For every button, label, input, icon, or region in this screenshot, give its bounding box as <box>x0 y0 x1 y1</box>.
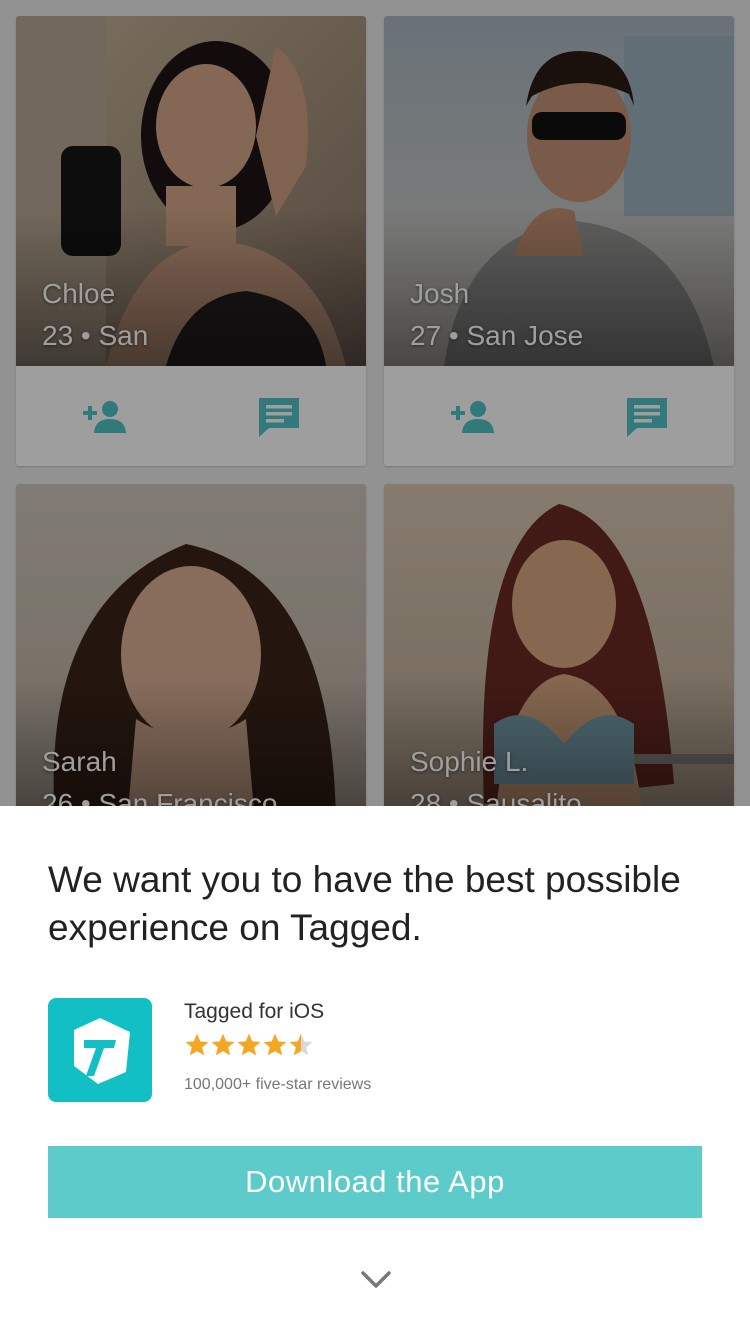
message-button[interactable] <box>252 394 306 440</box>
add-friend-button[interactable] <box>78 394 132 440</box>
profile-meta: 23 • San <box>42 320 149 351</box>
message-button[interactable] <box>620 394 674 440</box>
profile-meta: 28 • Sausalito <box>410 788 582 806</box>
star-icon <box>237 1033 261 1056</box>
profile-card-chloe[interactable]: Chloe 23 • San <box>16 16 366 466</box>
profile-photo[interactable] <box>384 16 734 366</box>
profile-name: Chloe <box>42 278 116 309</box>
add-friend-icon <box>451 401 494 433</box>
profile-actions <box>384 366 734 466</box>
review-count: 100,000+ five-star reviews <box>184 1076 372 1093</box>
app-promo-sheet: We want you to have the best possible ex… <box>0 806 750 1334</box>
add-friend-icon <box>83 401 126 433</box>
star-icon <box>185 1033 209 1056</box>
rating-stars <box>184 1032 314 1060</box>
profile-name: Josh <box>410 278 470 309</box>
download-app-button[interactable]: Download the App <box>48 1146 702 1218</box>
profile-card-josh[interactable]: Josh 27 • San Jose <box>384 16 734 466</box>
profile-card-sarah[interactable]: Sarah 26 • San Francisco <box>16 484 366 806</box>
profile-photo[interactable] <box>16 16 366 366</box>
chevron-down-icon[interactable] <box>360 1268 392 1292</box>
promo-headline: We want you to have the best possible ex… <box>48 859 681 948</box>
message-icon <box>259 398 299 437</box>
half-star-icon <box>289 1033 313 1056</box>
add-friend-button[interactable] <box>446 394 500 440</box>
profile-meta: 26 • San Francisco <box>42 788 278 806</box>
star-icon <box>263 1033 287 1056</box>
star-icon <box>211 1033 235 1056</box>
message-icon <box>627 398 667 437</box>
profile-actions <box>16 366 366 466</box>
tagged-logo-icon <box>48 998 152 1102</box>
profile-meta: 27 • San Jose <box>410 320 584 351</box>
app-name: Tagged for iOS <box>184 1000 325 1023</box>
profile-name: Sarah <box>42 746 117 777</box>
profile-name: Sophie L. <box>410 746 529 777</box>
profile-grid: Chloe 23 • San Josh 27 • San Jose Sarah … <box>0 0 750 806</box>
profile-card-sophie[interactable]: Sophie L. 28 • Sausalito <box>384 484 734 806</box>
